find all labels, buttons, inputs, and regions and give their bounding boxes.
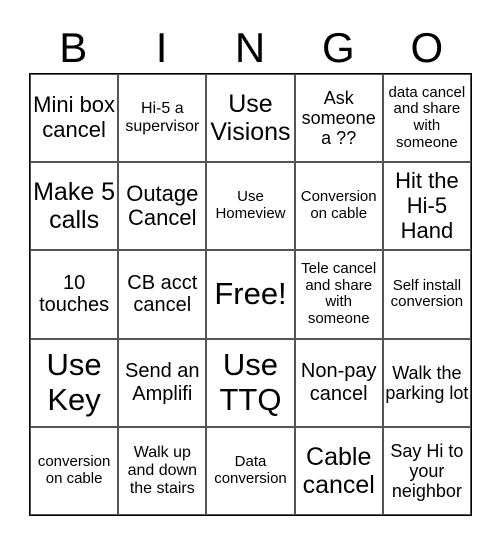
bingo-cell[interactable]: Ask someone a ?? (294, 74, 383, 163)
bingo-cell[interactable]: Make 5 calls (30, 162, 119, 251)
bingo-cell[interactable]: Walk up and down the stairs (118, 426, 207, 515)
bingo-cell[interactable]: Outage Cancel (118, 162, 207, 251)
bingo-cell[interactable]: Data conversion (206, 426, 295, 515)
bingo-header: B I N G O (29, 22, 471, 74)
bingo-cell[interactable]: Non-pay cancel (294, 338, 383, 427)
bingo-cell[interactable]: data cancel and share with someone (382, 74, 471, 163)
bingo-cell[interactable]: Send an Amplifi (118, 338, 207, 427)
bingo-cell[interactable]: Walk the parking lot (382, 338, 471, 427)
header-letter-g: G (322, 24, 355, 71)
bingo-cell[interactable]: Use Visions (206, 74, 295, 163)
bingo-cell[interactable]: 10 touches (30, 250, 119, 339)
header-letter-b: B (59, 24, 88, 71)
header-letter-n: N (234, 24, 266, 71)
bingo-board: Mini box cancel Hi-5 a supervisor Use Vi… (29, 73, 472, 516)
bingo-cell[interactable]: Cable cancel (294, 426, 383, 515)
bingo-cell[interactable]: Use Key (30, 338, 119, 427)
bingo-cell[interactable]: Hi-5 a supervisor (118, 74, 207, 163)
bingo-cell[interactable]: Conversion on cable (294, 162, 383, 251)
bingo-cell[interactable]: Self install conversion (382, 250, 471, 339)
bingo-cell[interactable]: Tele cancel and share with someone (294, 250, 383, 339)
bingo-cell[interactable]: Use Homeview (206, 162, 295, 251)
bingo-cell[interactable]: Use TTQ (206, 338, 295, 427)
header-letter-o: O (410, 24, 444, 71)
bingo-cell[interactable]: conversion on cable (30, 426, 119, 515)
bingo-cell[interactable]: Mini box cancel (30, 74, 119, 163)
bingo-cell[interactable]: Say Hi to your neighbor (382, 426, 471, 515)
header-letter-i: I (155, 24, 168, 71)
bingo-cell[interactable]: CB acct cancel (118, 250, 207, 339)
free-space[interactable]: Free! (206, 250, 295, 339)
bingo-cell[interactable]: Hit the Hi-5 Hand (382, 162, 471, 251)
